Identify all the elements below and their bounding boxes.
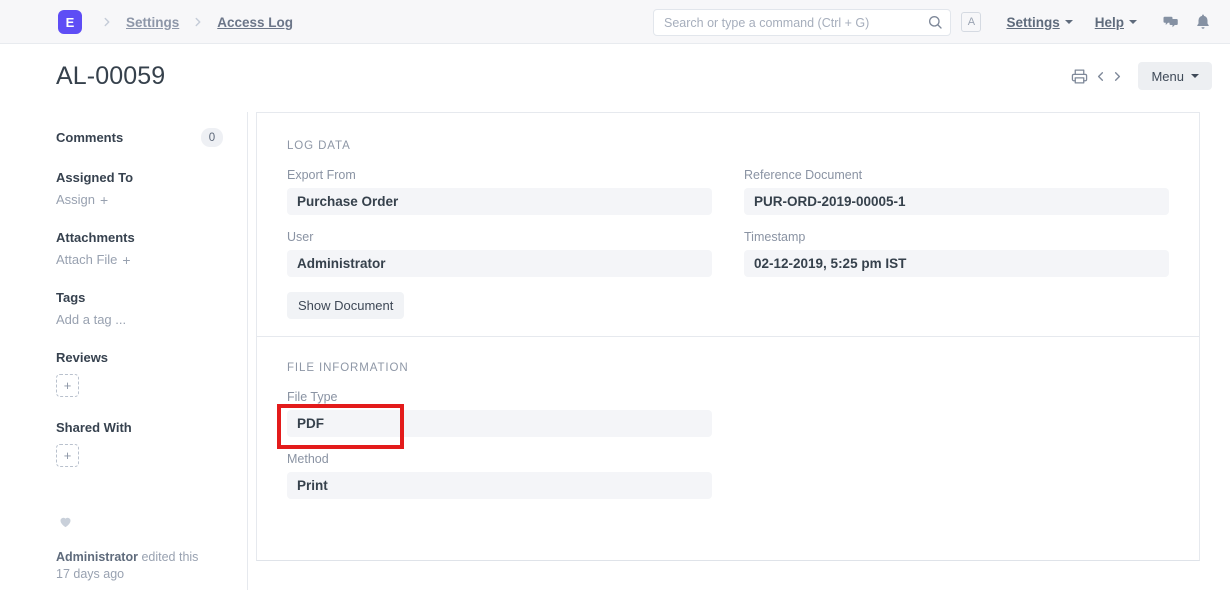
nav-help-dropdown[interactable]: Help xyxy=(1084,15,1148,30)
sidebar-section-comments[interactable]: Comments 0 xyxy=(56,128,223,147)
page-title: AL-00059 xyxy=(56,62,165,91)
tags-label: Tags xyxy=(56,290,223,305)
field-export-from-value[interactable]: Purchase Order xyxy=(287,188,712,215)
breadcrumb-item-settings[interactable]: Settings xyxy=(114,15,191,30)
field-reference-document-value[interactable]: PUR-ORD-2019-00005-1 xyxy=(744,188,1169,215)
print-icon[interactable] xyxy=(1066,63,1092,89)
section-log-data-label: LOG DATA xyxy=(287,140,1169,152)
reviews-label: Reviews xyxy=(56,350,223,365)
chevron-down-icon xyxy=(1129,20,1137,24)
sidebar-section-assigned-to: Assigned To Assign + xyxy=(56,170,223,207)
assigned-to-label: Assigned To xyxy=(56,170,223,185)
last-edited-note: Administrator edited this 17 days ago xyxy=(56,549,256,584)
sidebar-section-attachments: Attachments Attach File + xyxy=(56,230,223,267)
field-method-value[interactable]: Print xyxy=(287,472,712,499)
chat-icon[interactable] xyxy=(1162,13,1180,31)
field-export-from-label: Export From xyxy=(287,168,712,182)
shared-with-label: Shared With xyxy=(56,420,223,435)
section-log-data: LOG DATA Export From Purchase Order User… xyxy=(257,113,1199,319)
field-method-label: Method xyxy=(287,452,712,466)
add-tag-input[interactable]: Add a tag ... xyxy=(56,312,223,327)
log-data-column-right: Reference Document PUR-ORD-2019-00005-1 … xyxy=(744,168,1169,319)
attachments-label: Attachments xyxy=(56,230,223,245)
plus-icon: + xyxy=(100,193,108,207)
avatar-initial: A xyxy=(968,16,975,28)
search-box[interactable] xyxy=(653,9,951,36)
page-body: Comments 0 Assigned To Assign + Attachme… xyxy=(0,112,1230,590)
field-method: Method Print xyxy=(287,452,712,499)
chevron-left-icon[interactable] xyxy=(1092,63,1109,89)
chevron-right-icon[interactable] xyxy=(1109,63,1126,89)
last-edited-action: edited this xyxy=(141,550,198,564)
attach-file-button[interactable]: Attach File + xyxy=(56,252,223,267)
sidebar-section-tags: Tags Add a tag ... xyxy=(56,290,223,327)
navbar-right-actions: A Settings Help xyxy=(961,0,1212,44)
sidebar: Comments 0 Assigned To Assign + Attachme… xyxy=(0,112,248,590)
plus-icon: + xyxy=(64,449,72,462)
show-document-button[interactable]: Show Document xyxy=(287,292,404,319)
avatar[interactable]: A xyxy=(961,12,981,32)
app-logo-letter: E xyxy=(66,15,75,30)
field-file-type-value[interactable]: PDF xyxy=(287,410,712,437)
comments-label: Comments xyxy=(56,130,123,145)
field-reference-document: Reference Document PUR-ORD-2019-00005-1 xyxy=(744,168,1169,215)
menu-button-label: Menu xyxy=(1151,69,1184,84)
breadcrumb: Settings Access Log xyxy=(100,0,305,44)
chevron-right-icon xyxy=(100,15,114,29)
page-header-actions: Menu xyxy=(1066,62,1212,90)
field-user: User Administrator xyxy=(287,230,712,277)
navbar: E Settings Access Log A Settings Help xyxy=(0,0,1230,44)
attach-file-label: Attach File xyxy=(56,252,117,267)
field-timestamp-value[interactable]: 02-12-2019, 5:25 pm IST xyxy=(744,250,1169,277)
section-file-information: FILE INFORMATION File Type PDF Method Pr… xyxy=(257,336,1199,514)
plus-icon: + xyxy=(122,253,130,267)
last-edited-user: Administrator xyxy=(56,550,138,564)
add-shared-user-button[interactable]: + xyxy=(56,444,79,467)
field-file-type-label: File Type xyxy=(287,390,712,404)
page-header: AL-00059 Menu xyxy=(0,44,1230,112)
form-panel: LOG DATA Export From Purchase Order User… xyxy=(256,112,1200,561)
field-export-from: Export From Purchase Order xyxy=(287,168,712,215)
field-user-value[interactable]: Administrator xyxy=(287,250,712,277)
field-file-type: File Type PDF xyxy=(287,390,712,437)
field-timestamp: Timestamp 02-12-2019, 5:25 pm IST xyxy=(744,230,1169,277)
breadcrumb-item-access-log[interactable]: Access Log xyxy=(205,15,305,30)
field-user-label: User xyxy=(287,230,712,244)
search-icon[interactable] xyxy=(927,14,943,30)
nav-settings-dropdown[interactable]: Settings xyxy=(995,15,1083,30)
section-file-information-label: FILE INFORMATION xyxy=(287,362,1169,374)
log-data-column-left: Export From Purchase Order User Administ… xyxy=(287,168,712,319)
assign-label: Assign xyxy=(56,192,95,207)
plus-icon: + xyxy=(64,379,72,392)
field-timestamp-label: Timestamp xyxy=(744,230,1169,244)
file-information-column-right xyxy=(744,390,1169,514)
sidebar-section-reviews: Reviews + xyxy=(56,350,223,397)
heart-icon[interactable] xyxy=(58,514,73,529)
assign-button[interactable]: Assign + xyxy=(56,192,223,207)
chevron-down-icon xyxy=(1191,74,1199,78)
sidebar-section-shared-with: Shared With + xyxy=(56,420,223,467)
search-input[interactable] xyxy=(653,9,951,36)
chevron-right-icon xyxy=(191,15,205,29)
comments-count-badge: 0 xyxy=(201,128,223,147)
nav-help-label: Help xyxy=(1095,15,1124,30)
file-information-column-left: File Type PDF Method Print xyxy=(287,390,712,514)
menu-button[interactable]: Menu xyxy=(1138,62,1212,90)
field-reference-document-label: Reference Document xyxy=(744,168,1169,182)
add-review-button[interactable]: + xyxy=(56,374,79,397)
last-edited-time: 17 days ago xyxy=(56,567,124,581)
chevron-down-icon xyxy=(1065,20,1073,24)
app-logo[interactable]: E xyxy=(58,10,82,34)
bell-icon[interactable] xyxy=(1194,13,1212,31)
nav-settings-label: Settings xyxy=(1006,15,1059,30)
